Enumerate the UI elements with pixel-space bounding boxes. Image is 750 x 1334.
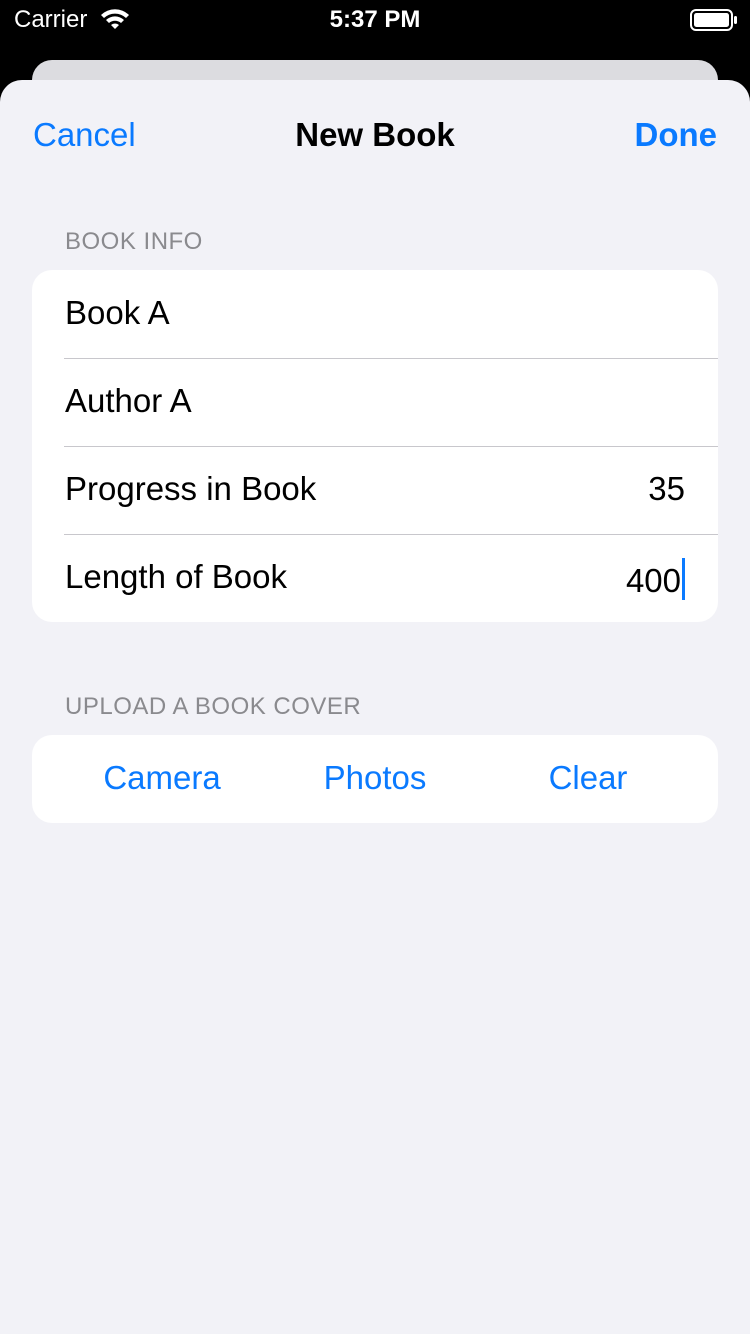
title-row[interactable]: Book A — [32, 270, 718, 358]
book-info-header: BOOK INFO — [65, 228, 203, 255]
progress-label: Progress in Book — [65, 470, 317, 507]
cancel-button[interactable]: Cancel — [33, 116, 136, 154]
screen: Carrier 5:37 PM Cancel New Book Done BOO… — [0, 0, 750, 1334]
status-bar: Carrier 5:37 PM — [0, 0, 750, 40]
length-label: Length of Book — [65, 558, 288, 595]
done-button[interactable]: Done — [635, 116, 718, 154]
length-value: 400 — [625, 562, 681, 599]
clock: 5:37 PM — [329, 6, 421, 33]
author-field[interactable]: Author A — [65, 382, 192, 420]
length-field[interactable]: 400 — [626, 558, 685, 600]
battery-icon — [690, 9, 737, 31]
cover-buttons-row: Camera Photos Clear — [32, 735, 718, 823]
book-info-group: Book A Author A Progress in Book 35 Leng… — [32, 270, 718, 622]
new-book-sheet: Cancel New Book Done BOOK INFO Book A Au… — [0, 80, 750, 1334]
progress-row[interactable]: Progress in Book 35 — [32, 446, 718, 534]
camera-button[interactable]: Camera — [62, 759, 262, 797]
cover-group: Camera Photos Clear — [32, 735, 718, 823]
cover-header: UPLOAD A BOOK COVER — [65, 693, 362, 720]
clear-button[interactable]: Clear — [488, 759, 688, 797]
title-field[interactable]: Book A — [65, 294, 170, 332]
navigation-bar: Cancel New Book Done — [0, 80, 750, 192]
length-row[interactable]: Length of Book 400 — [32, 534, 718, 622]
photos-button[interactable]: Photos — [275, 759, 475, 797]
text-cursor — [682, 558, 685, 600]
author-row[interactable]: Author A — [32, 358, 718, 446]
progress-field[interactable]: 35 — [648, 470, 685, 508]
